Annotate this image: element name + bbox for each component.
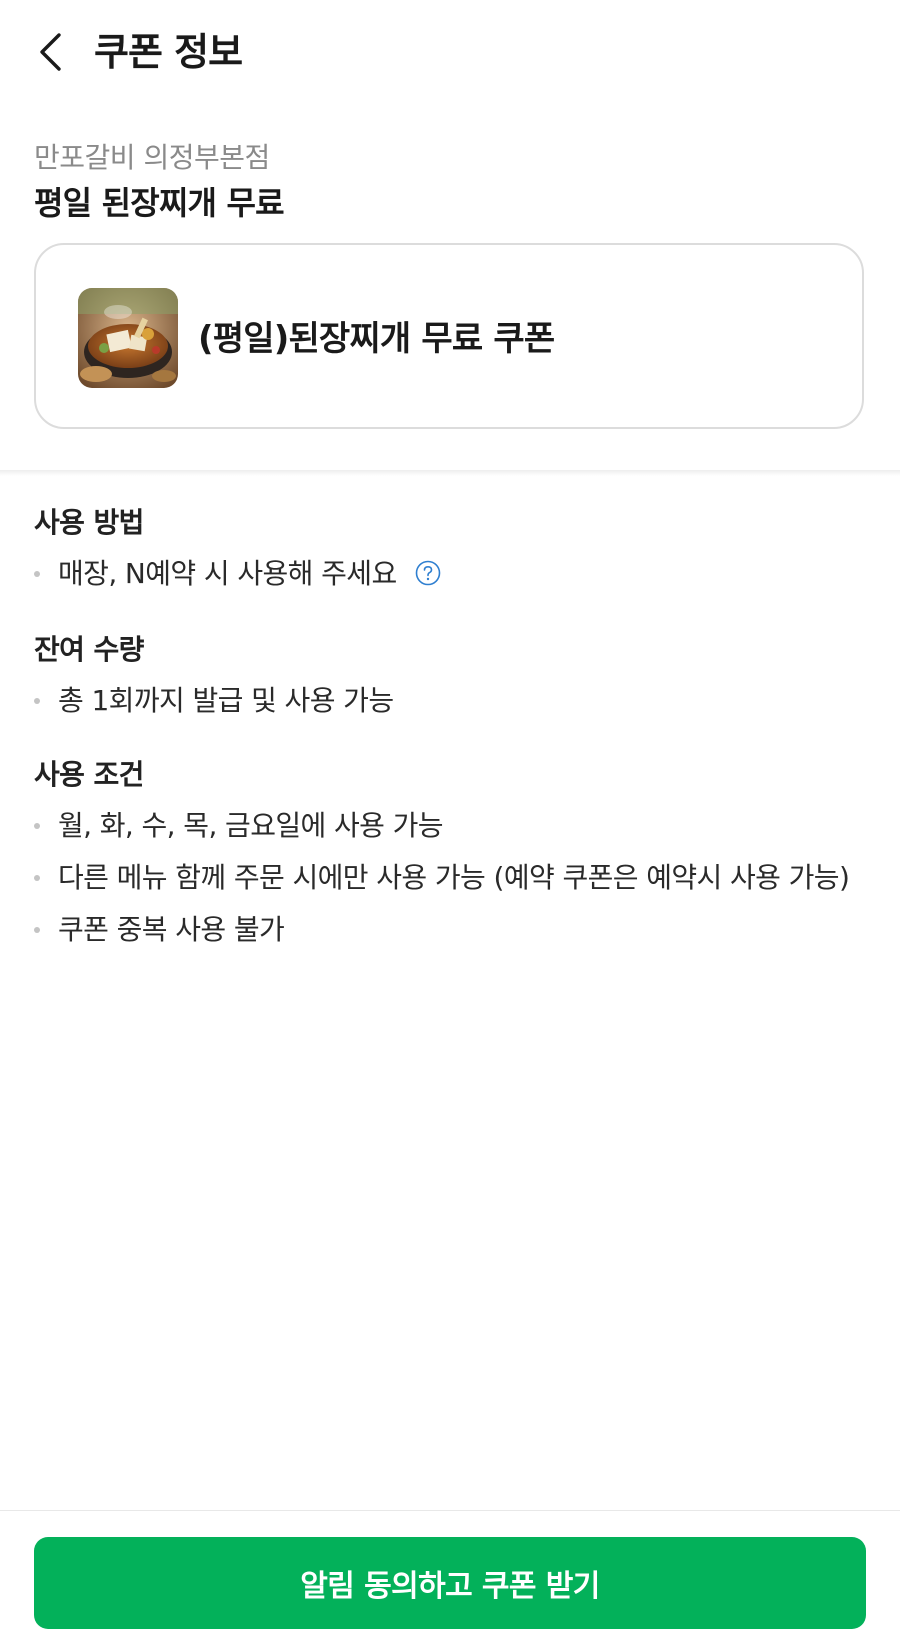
- bullet-dot: [34, 698, 40, 704]
- bullet-dot: [34, 571, 40, 577]
- page-title: 쿠폰 정보: [94, 30, 243, 74]
- header-bar: 쿠폰 정보: [0, 0, 900, 104]
- chevron-left-icon: [40, 33, 61, 71]
- usage-method-section: 사용 방법 매장, N예약 시 사용해 주세요: [34, 503, 864, 595]
- coupon-card: (평일)된장찌개 무료 쿠폰: [34, 243, 864, 429]
- bullet-dot: [34, 875, 40, 881]
- list-item-text: 다른 메뉴 함께 주문 시에만 사용 가능 (예약 쿠폰은 예약시 사용 가능): [58, 861, 850, 894]
- list-item: 월, 화, 수, 목, 금요일에 사용 가능: [34, 805, 864, 847]
- bullet-dot: [34, 927, 40, 933]
- back-button[interactable]: [30, 28, 70, 76]
- remaining-list: 총 1회까지 발급 및 사용 가능: [34, 680, 864, 722]
- conditions-section: 사용 조건 월, 화, 수, 목, 금요일에 사용 가능 다른 메뉴 함께 주문…: [34, 755, 864, 951]
- list-item-text: 월, 화, 수, 목, 금요일에 사용 가능: [58, 809, 444, 842]
- coupon-thumbnail: [78, 288, 178, 388]
- list-item-text: 매장, N예약 시 사용해 주세요: [58, 557, 397, 590]
- list-item: 쿠폰 중복 사용 불가: [34, 909, 864, 951]
- list-item: 다른 메뉴 함께 주문 시에만 사용 가능 (예약 쿠폰은 예약시 사용 가능): [34, 857, 864, 899]
- section-divider: [0, 470, 900, 476]
- list-item: 매장, N예약 시 사용해 주세요: [34, 553, 864, 595]
- list-item-text: 쿠폰 중복 사용 불가: [58, 913, 285, 946]
- footer-divider: [0, 1510, 900, 1511]
- list-item: 총 1회까지 발급 및 사용 가능: [34, 680, 864, 722]
- section-title-conditions: 사용 조건: [34, 758, 144, 791]
- question-circle-icon[interactable]: [415, 560, 441, 586]
- list-item-text: 총 1회까지 발급 및 사용 가능: [58, 684, 394, 717]
- doenjang-jjigae-food-photo: [78, 288, 178, 388]
- coupon-name: (평일)된장찌개 무료 쿠폰: [198, 319, 555, 359]
- usage-method-list: 매장, N예약 시 사용해 주세요: [34, 553, 864, 595]
- conditions-list: 월, 화, 수, 목, 금요일에 사용 가능 다른 메뉴 함께 주문 시에만 사…: [34, 805, 864, 951]
- bullet-dot: [34, 823, 40, 829]
- store-name: 만포갈비 의정부본점: [34, 141, 270, 174]
- coupon-title: 평일 된장찌개 무료: [34, 184, 285, 222]
- get-coupon-button[interactable]: 알림 동의하고 쿠폰 받기: [34, 1537, 866, 1629]
- section-title-usage-method: 사용 방법: [34, 506, 144, 539]
- remaining-section: 잔여 수량 총 1회까지 발급 및 사용 가능: [34, 630, 864, 722]
- section-title-remaining: 잔여 수량: [34, 633, 144, 666]
